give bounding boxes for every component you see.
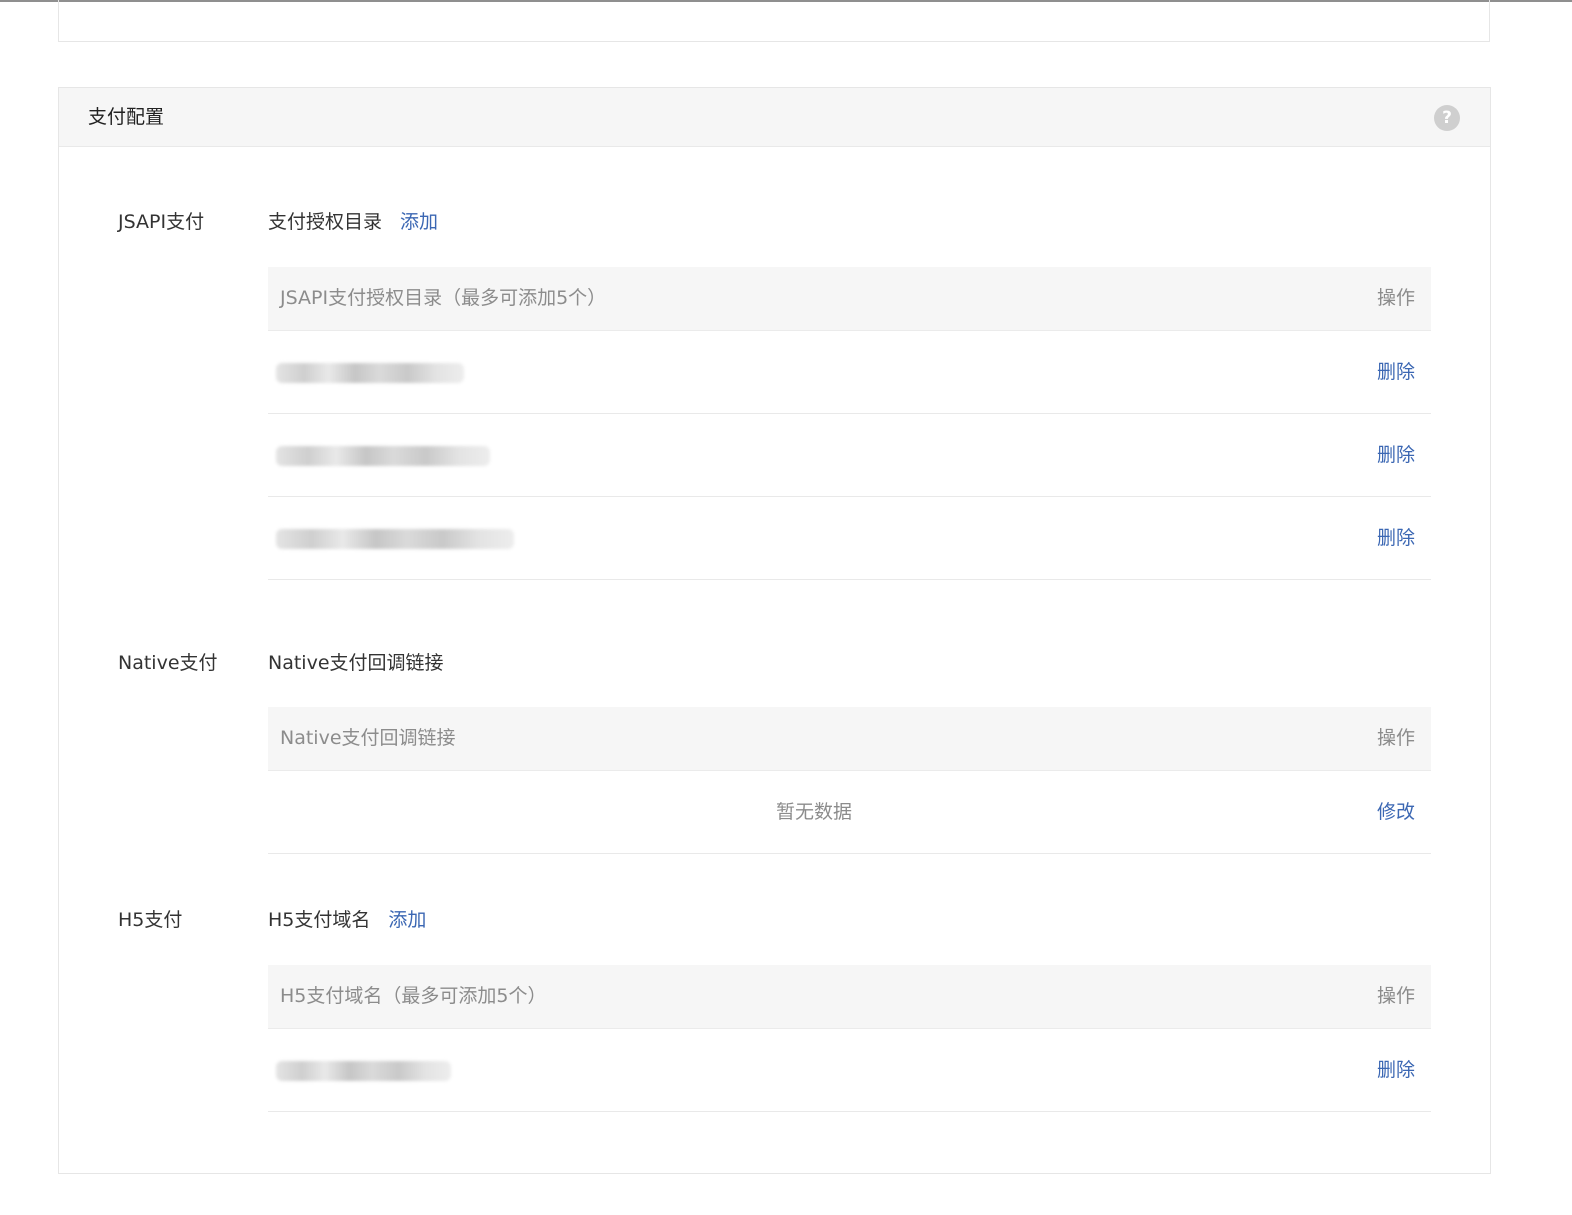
jsapi-add-link[interactable]: 添加 [400, 211, 438, 233]
jsapi-table: JSAPI支付授权目录（最多可添加5个） 操作 删除 删除 删除 [268, 267, 1431, 580]
table-row: 删除 [268, 497, 1431, 580]
payment-config-card: 支付配置 ? JSAPI支付 支付授权目录 添加 JSAPI支付授权目录（最多可添… [58, 87, 1491, 1174]
delete-button[interactable]: 删除 [1377, 360, 1415, 384]
native-table-header: Native支付回调链接 操作 [268, 707, 1431, 771]
h5-add-link[interactable]: 添加 [388, 909, 426, 931]
jsapi-column-directory: JSAPI支付授权目录（最多可添加5个） [280, 287, 607, 309]
native-column-action: 操作 [1376, 727, 1415, 749]
redacted-directory-value [276, 529, 514, 549]
card-header: 支付配置 ? [59, 88, 1490, 147]
delete-button[interactable]: 删除 [1377, 443, 1415, 467]
table-row: 删除 [268, 1029, 1431, 1112]
empty-state-text: 暂无数据 [775, 801, 852, 823]
h5-table-header: H5支付域名（最多可添加5个） 操作 [268, 965, 1431, 1029]
jsapi-column-action: 操作 [1376, 287, 1415, 309]
delete-button[interactable]: 删除 [1377, 1058, 1415, 1082]
native-table: Native支付回调链接 操作 暂无数据 修改 [268, 707, 1431, 854]
native-section-label: Native支付 [118, 652, 218, 674]
native-column-callback: Native支付回调链接 [280, 727, 456, 749]
h5-sub-label: H5支付域名 [268, 909, 371, 931]
h5-section-label: H5支付 [118, 909, 183, 931]
card-title: 支付配置 [88, 106, 165, 128]
h5-column-action: 操作 [1376, 985, 1415, 1007]
delete-button[interactable]: 删除 [1377, 526, 1415, 550]
h5-table: H5支付域名（最多可添加5个） 操作 删除 [268, 965, 1431, 1112]
redacted-directory-value [276, 363, 464, 383]
redacted-domain-value [276, 1061, 451, 1081]
native-sub-heading: Native支付回调链接 [268, 651, 444, 675]
help-icon[interactable]: ? [1434, 105, 1460, 131]
native-sub-label: Native支付回调链接 [268, 652, 444, 674]
previous-card-bottom [58, 0, 1490, 42]
table-row: 暂无数据 修改 [268, 771, 1431, 854]
table-row: 删除 [268, 331, 1431, 414]
jsapi-table-header: JSAPI支付授权目录（最多可添加5个） 操作 [268, 267, 1431, 331]
table-row: 删除 [268, 414, 1431, 497]
edit-button[interactable]: 修改 [1377, 800, 1415, 824]
jsapi-sub-heading: 支付授权目录 添加 [268, 210, 438, 234]
h5-column-domain: H5支付域名（最多可添加5个） [280, 985, 547, 1007]
jsapi-sub-label: 支付授权目录 [268, 211, 383, 233]
h5-sub-heading: H5支付域名 添加 [268, 908, 426, 932]
jsapi-section-label: JSAPI支付 [118, 211, 205, 233]
redacted-directory-value [276, 446, 490, 466]
